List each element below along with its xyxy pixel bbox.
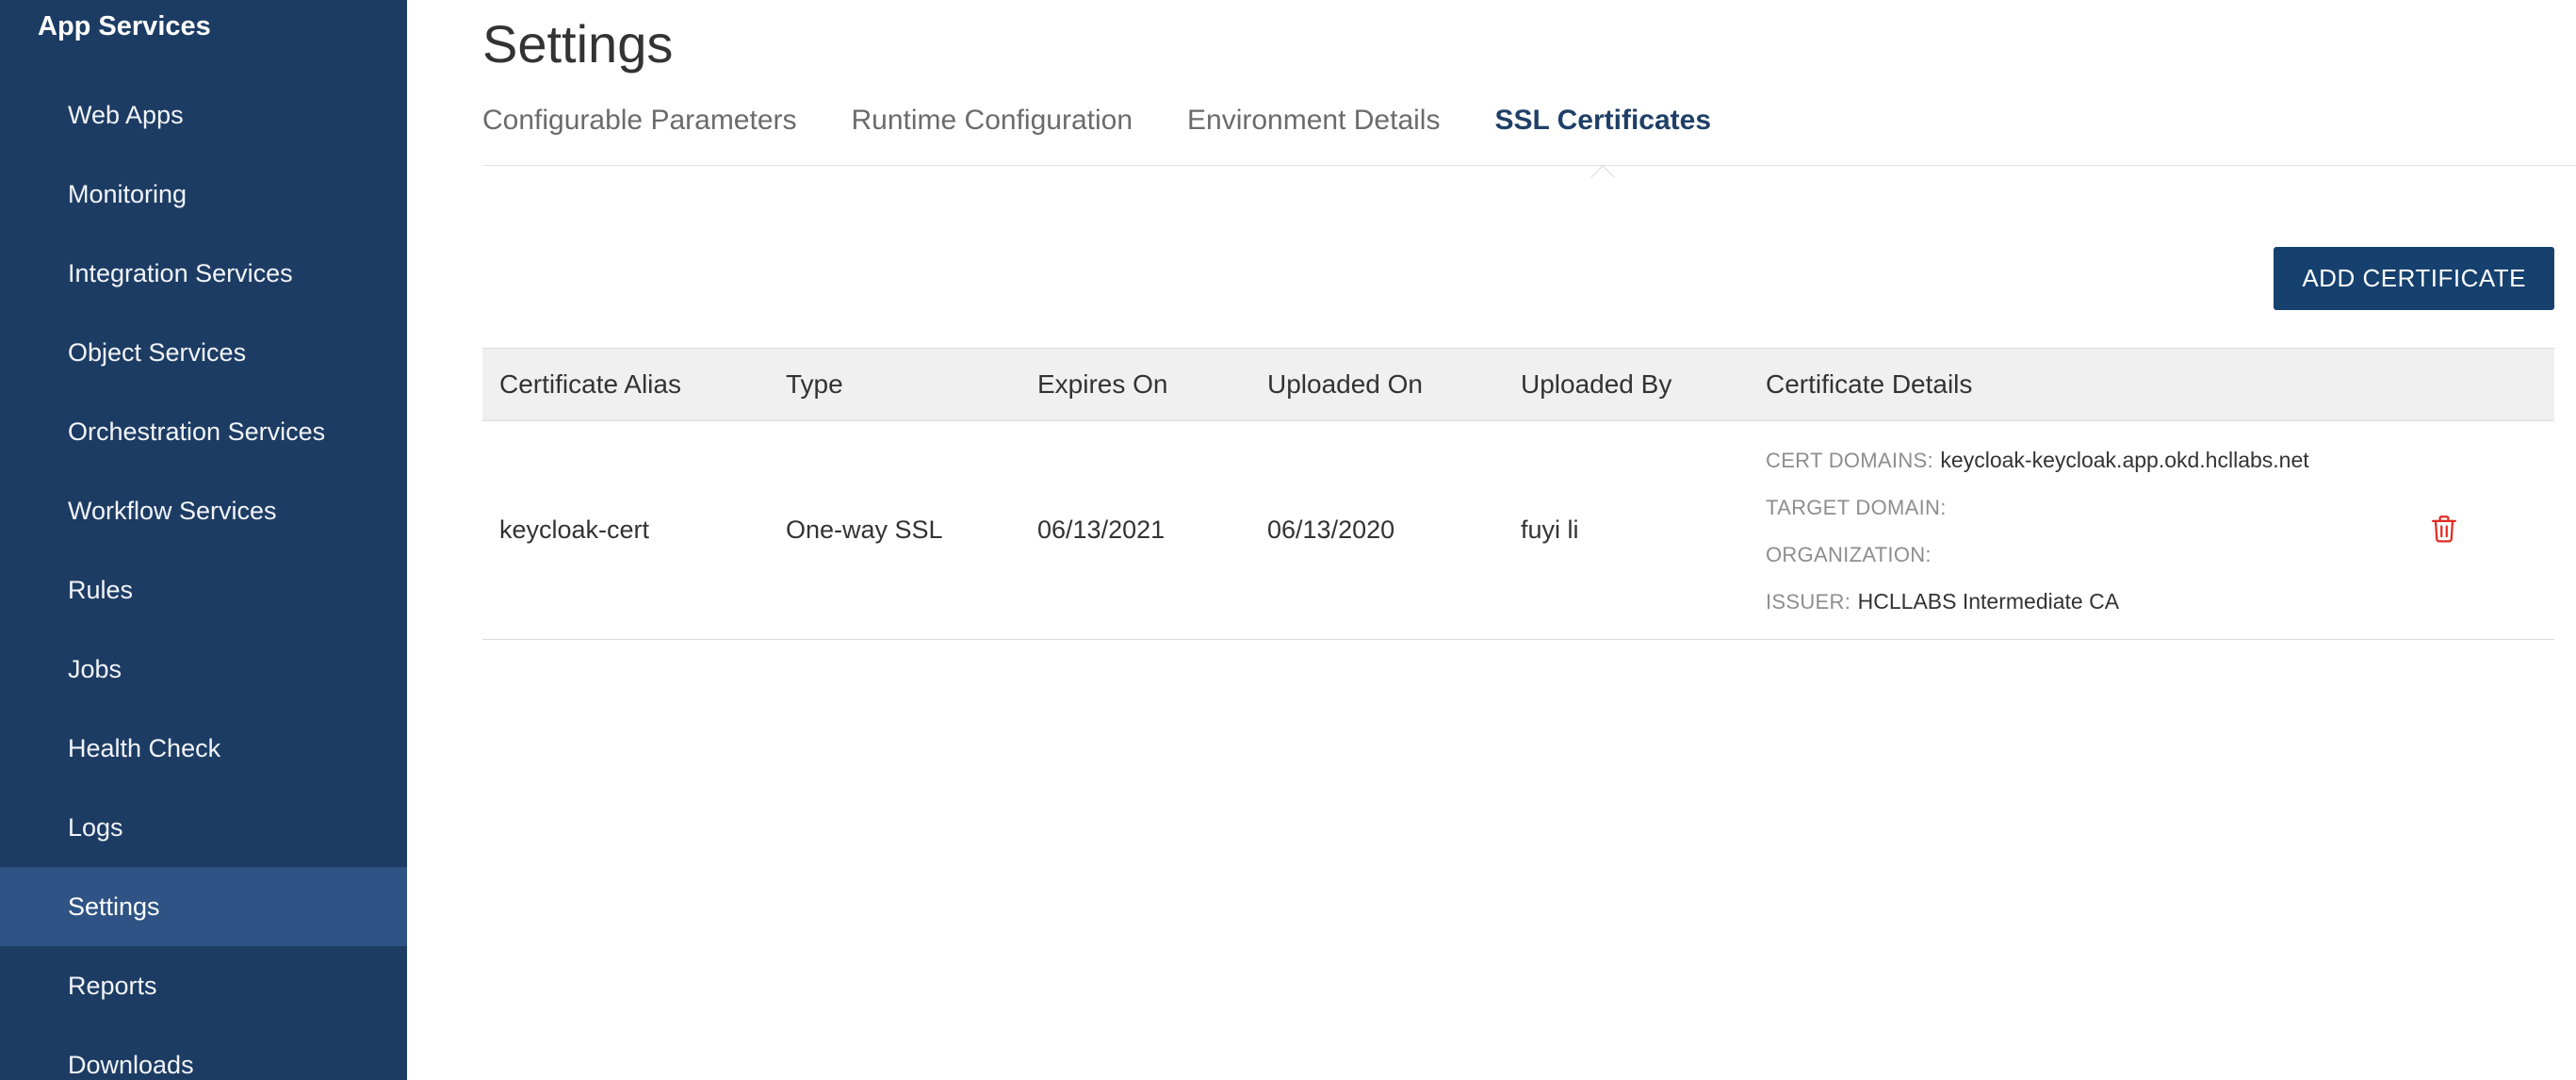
sidebar-item-jobs[interactable]: Jobs (0, 630, 407, 709)
column-header-certificate-alias: Certificate Alias (482, 349, 786, 421)
active-tab-caret (1591, 165, 1615, 188)
sidebar-item-integration-services[interactable]: Integration Services (0, 234, 407, 313)
sidebar-item-health-check[interactable]: Health Check (0, 709, 407, 788)
sidebar-item-downloads[interactable]: Downloads (0, 1025, 407, 1080)
detail-label: ORGANIZATION: (1766, 543, 1932, 566)
sidebar-item-settings[interactable]: Settings (0, 867, 407, 946)
sidebar-item-logs[interactable]: Logs (0, 788, 407, 867)
cell-expires-on: 06/13/2021 (1037, 421, 1267, 640)
detail-line-issuer: ISSUER: HCLLABS Intermediate CA (1766, 578, 2334, 625)
sidebar-item-reports[interactable]: Reports (0, 946, 407, 1025)
sidebar-item-label: Workflow Services (68, 497, 277, 526)
sidebar-item-label: Monitoring (68, 180, 187, 209)
sidebar-item-web-apps[interactable]: Web Apps (0, 75, 407, 155)
add-certificate-button[interactable]: ADD CERTIFICATE (2274, 247, 2554, 310)
detail-line-organization: ORGANIZATION: (1766, 531, 2334, 578)
tab-label: Runtime Configuration (852, 105, 1133, 136)
detail-label: CERT DOMAINS: (1766, 449, 1933, 472)
sidebar-item-label: Health Check (68, 734, 220, 763)
sidebar-item-monitoring[interactable]: Monitoring (0, 155, 407, 234)
column-header-expires-on: Expires On (1037, 349, 1267, 421)
detail-value: keycloak-keycloak.app.okd.hcllabs.net (1940, 448, 2308, 472)
sidebar-item-label: Reports (68, 972, 157, 1001)
trash-icon (2430, 513, 2458, 545)
sidebar-item-orchestration-services[interactable]: Orchestration Services (0, 392, 407, 471)
detail-label: ISSUER: (1766, 590, 1850, 614)
cell-type: One-way SSL (786, 421, 1037, 640)
tab-configurable-parameters[interactable]: Configurable Parameters (482, 105, 797, 165)
table-row: keycloak-cert One-way SSL 06/13/2021 06/… (482, 421, 2554, 640)
tab-label: Configurable Parameters (482, 105, 797, 136)
sidebar: App Services Web Apps Monitoring Integra… (0, 0, 407, 1080)
sidebar-item-label: Jobs (68, 655, 122, 684)
cell-actions (2334, 421, 2554, 640)
tab-ssl-certificates[interactable]: SSL Certificates (1494, 105, 1711, 165)
actions-row: ADD CERTIFICATE (482, 247, 2554, 310)
sidebar-item-label: Orchestration Services (68, 417, 325, 447)
tab-bar: Configurable Parameters Runtime Configur… (482, 105, 2576, 166)
column-header-certificate-details: Certificate Details (1766, 349, 2334, 421)
sidebar-item-label: Logs (68, 813, 123, 843)
tab-runtime-configuration[interactable]: Runtime Configuration (852, 105, 1133, 165)
sidebar-item-label: Integration Services (68, 259, 293, 288)
sidebar-item-label: Object Services (68, 338, 246, 368)
sidebar-item-label: Settings (68, 892, 160, 922)
table-header-row: Certificate Alias Type Expires On Upload… (482, 349, 2554, 421)
sidebar-item-label: Downloads (68, 1051, 194, 1080)
detail-line-target-domain: TARGET DOMAIN: (1766, 483, 2334, 531)
column-header-uploaded-on: Uploaded On (1267, 349, 1521, 421)
page-title: Settings (482, 13, 2554, 74)
tab-label: Environment Details (1187, 105, 1440, 136)
sidebar-title: App Services (0, 0, 407, 75)
main-content: Settings Configurable Parameters Runtime… (407, 0, 2576, 1080)
column-header-uploaded-by: Uploaded By (1521, 349, 1766, 421)
delete-certificate-button[interactable] (2426, 509, 2462, 548)
detail-value: HCLLABS Intermediate CA (1858, 589, 2119, 614)
cell-certificate-alias: keycloak-cert (482, 421, 786, 640)
cell-certificate-details: CERT DOMAINS: keycloak-keycloak.app.okd.… (1766, 421, 2334, 640)
cell-uploaded-by: fuyi li (1521, 421, 1766, 640)
sidebar-item-label: Web Apps (68, 101, 184, 130)
tab-label: SSL Certificates (1494, 105, 1711, 136)
cell-uploaded-on: 06/13/2020 (1267, 421, 1521, 640)
sidebar-item-object-services[interactable]: Object Services (0, 313, 407, 392)
tab-environment-details[interactable]: Environment Details (1187, 105, 1440, 165)
column-header-type: Type (786, 349, 1037, 421)
sidebar-item-workflow-services[interactable]: Workflow Services (0, 471, 407, 550)
sidebar-item-label: Rules (68, 576, 133, 605)
detail-line-cert-domains: CERT DOMAINS: keycloak-keycloak.app.okd.… (1766, 436, 2334, 483)
detail-label: TARGET DOMAIN: (1766, 496, 1947, 519)
column-header-actions (2334, 349, 2554, 421)
sidebar-item-rules[interactable]: Rules (0, 550, 407, 630)
certificates-table: Certificate Alias Type Expires On Upload… (482, 348, 2554, 640)
